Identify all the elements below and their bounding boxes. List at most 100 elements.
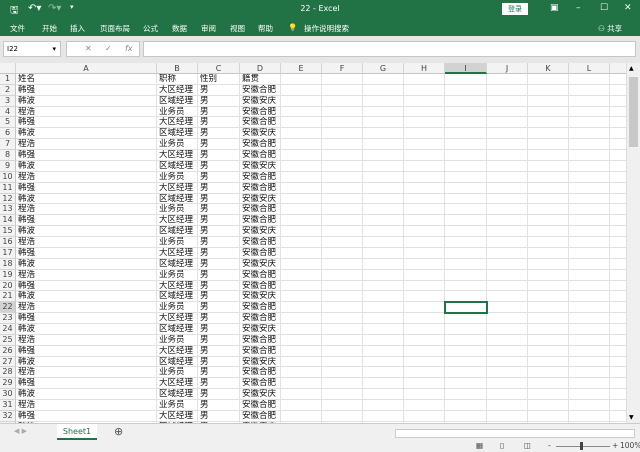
cell[interactable]: 男 [198,182,240,194]
row-header[interactable]: 10 [0,171,16,183]
column-header[interactable]: H [404,63,445,74]
cell[interactable] [445,356,487,368]
cell[interactable] [322,193,363,205]
cell[interactable] [363,204,404,216]
cell[interactable]: 大区经理 [157,117,198,129]
cell[interactable] [528,171,569,183]
cell[interactable] [281,334,322,346]
cell[interactable]: 男 [198,313,240,324]
cell[interactable] [322,150,363,161]
cell[interactable] [281,410,322,422]
cell[interactable]: 安徽合肥 [240,247,281,259]
cell[interactable] [404,150,445,161]
column-header[interactable]: F [322,63,363,74]
column-header[interactable]: G [363,63,404,74]
row-header[interactable]: 29 [0,378,16,390]
enter-icon[interactable]: ✓ [105,44,112,53]
cell[interactable]: 区域经理 [157,160,198,172]
tell-me-search[interactable]: 操作说明搜索 [304,23,349,34]
cell[interactable] [363,237,404,248]
cell[interactable] [569,280,610,292]
cell[interactable]: 韩强 [16,313,157,324]
row-header[interactable]: 26 [0,345,16,357]
cell[interactable]: 区域经理 [157,356,198,368]
cell[interactable] [404,400,445,411]
cell[interactable]: 业务员 [157,171,198,183]
cell[interactable] [487,160,528,172]
cell[interactable]: 区域经理 [157,389,198,401]
name-box[interactable]: I22 ▾ [3,41,61,57]
cell[interactable] [404,237,445,248]
cell[interactable]: 男 [198,345,240,357]
cell[interactable]: 男 [198,378,240,390]
cell[interactable]: 韩强 [16,182,157,194]
cell[interactable] [569,84,610,96]
cell[interactable]: 大区经理 [157,345,198,357]
cell[interactable]: 安徽安庆 [240,324,281,335]
cell[interactable] [322,95,363,107]
cell[interactable]: 男 [198,150,240,161]
cell[interactable] [610,215,626,227]
cell[interactable]: 程浩 [16,237,157,248]
row-header[interactable]: 2 [0,84,16,96]
cell[interactable] [404,160,445,172]
select-all-corner[interactable] [0,63,16,74]
cell[interactable]: 安徽合肥 [240,139,281,151]
cell[interactable] [487,204,528,216]
cell[interactable]: 韩波 [16,389,157,401]
cell[interactable] [569,258,610,270]
cell[interactable]: 韩强 [16,345,157,357]
cell[interactable]: 程浩 [16,269,157,281]
cell[interactable] [363,324,404,335]
cell[interactable] [281,258,322,270]
cell[interactable] [528,106,569,118]
cell[interactable] [445,313,487,324]
cell[interactable]: 男 [198,280,240,292]
cell[interactable] [281,182,322,194]
cell[interactable]: 男 [198,193,240,205]
cell[interactable] [528,247,569,259]
cell[interactable]: 安徽合肥 [240,84,281,96]
minimize-icon[interactable]: – [576,3,581,13]
cell[interactable] [528,237,569,248]
cell[interactable] [404,345,445,357]
cell[interactable] [281,117,322,129]
cell[interactable] [363,182,404,194]
cell[interactable] [445,117,487,129]
cell[interactable]: 韩强 [16,150,157,161]
cell[interactable] [281,313,322,324]
cell[interactable] [404,182,445,194]
share-button[interactable]: ⚇ 共享 [598,23,622,34]
cell[interactable] [404,128,445,140]
cell[interactable] [445,84,487,96]
cell[interactable]: 男 [198,106,240,118]
ribbon-tab[interactable]: 插入 [70,23,85,34]
cell[interactable]: 区域经理 [157,128,198,140]
cell[interactable]: 大区经理 [157,410,198,422]
column-header[interactable]: C [198,63,240,74]
insert-function-icon[interactable]: fx [125,44,133,53]
cell[interactable] [487,139,528,151]
cell[interactable] [445,324,487,335]
cell[interactable] [322,280,363,292]
cell[interactable] [281,74,322,85]
cell[interactable] [404,95,445,107]
cell[interactable]: 业务员 [157,204,198,216]
cell[interactable] [281,280,322,292]
cell[interactable] [487,182,528,194]
cell[interactable] [281,345,322,357]
ribbon-tab[interactable]: 页面布局 [100,23,130,34]
cell[interactable] [528,150,569,161]
cell[interactable] [445,193,487,205]
normal-view-icon[interactable]: ▦ [476,441,483,450]
cell[interactable] [404,291,445,303]
add-sheet-icon[interactable]: ⊕ [114,425,123,438]
cell[interactable] [487,117,528,129]
cell[interactable] [569,237,610,248]
cell[interactable] [610,400,626,411]
row-header[interactable]: 9 [0,160,16,172]
cell[interactable] [569,334,610,346]
cell[interactable] [487,258,528,270]
cell[interactable]: 业务员 [157,106,198,118]
cell[interactable]: 大区经理 [157,84,198,96]
